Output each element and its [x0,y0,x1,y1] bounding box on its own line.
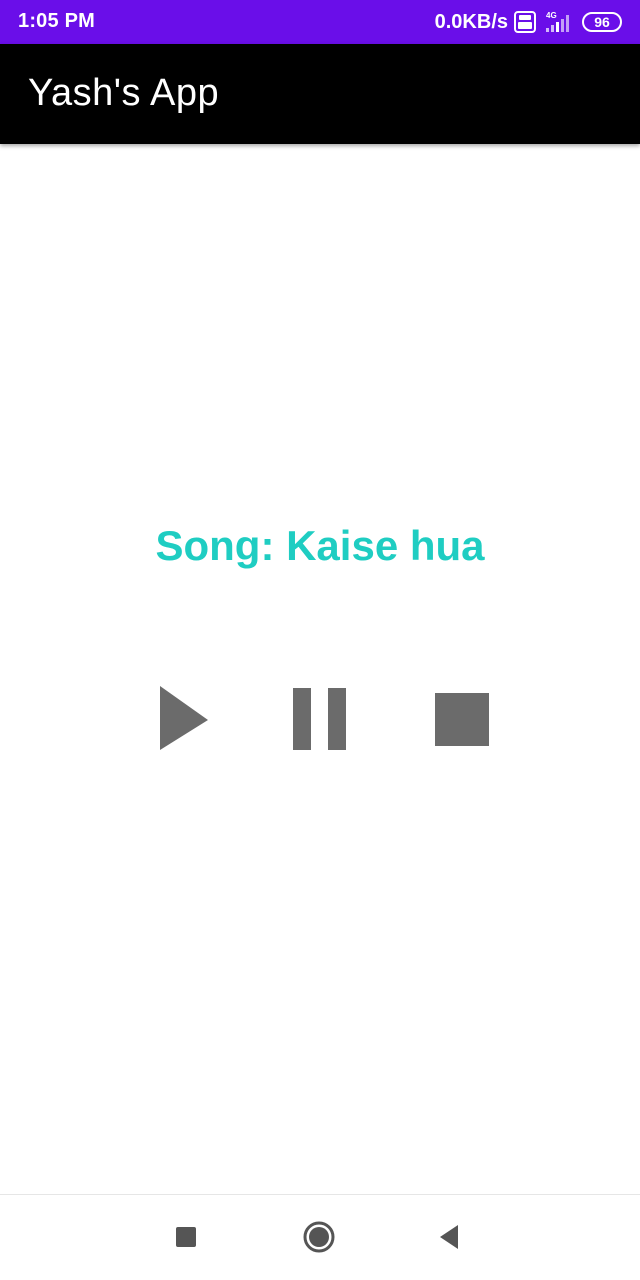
volte-icon [514,11,536,33]
app-title: Yash's App [28,72,220,114]
play-button[interactable] [152,686,216,750]
song-title: Song: Kaise hua [155,522,485,569]
recents-icon [176,1227,196,1247]
back-icon [440,1225,458,1249]
signal-4g-icon: 4G [542,10,576,34]
stop-icon [435,693,489,746]
home-icon [303,1221,335,1253]
svg-text:4G: 4G [546,11,557,20]
status-bar: 1:05 PM 0.0KB/s 4G 96 [0,0,640,44]
play-icon [160,686,208,750]
recents-button[interactable] [164,1215,208,1259]
pause-button[interactable] [288,686,352,750]
screen: 1:05 PM 0.0KB/s 4G 96 Yash's App Song: K… [0,0,640,1280]
back-button[interactable] [428,1215,472,1259]
status-icons: 0.0KB/s 4G 96 [435,8,622,36]
app-bar: Yash's App [0,44,640,144]
network-speed: 0.0KB/s [434,10,508,33]
stop-button[interactable] [430,686,494,750]
navigation-bar [0,1194,640,1280]
status-time: 1:05 PM [18,10,95,32]
battery-icon: 96 [582,12,622,32]
pause-icon [293,688,346,750]
battery-level: 96 [594,14,610,30]
home-button[interactable] [297,1215,341,1259]
